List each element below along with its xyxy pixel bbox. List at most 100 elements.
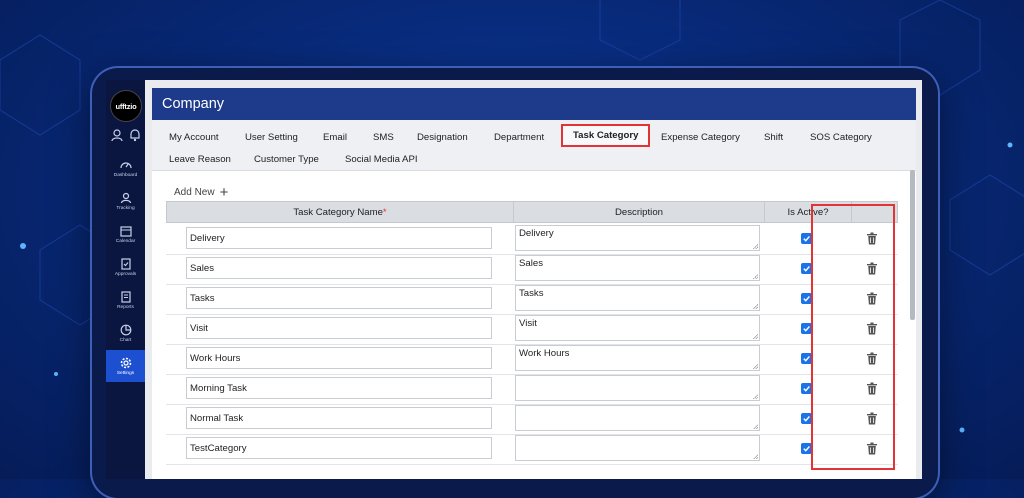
checkmark-icon [803,356,810,362]
is-active-checkbox[interactable] [801,413,812,424]
sidebar: ufftzio Dashboard Tracking Calendar Appr… [106,80,145,479]
is-active-checkbox[interactable] [801,383,812,394]
table-header: Task Category Name * Description Is Activ… [166,201,898,223]
description-textarea[interactable] [515,375,760,401]
resize-grip-icon[interactable] [753,394,758,399]
resize-grip-icon[interactable] [753,364,758,369]
is-active-checkbox[interactable] [801,293,812,304]
app-logo[interactable]: ufftzio [110,90,142,122]
sidebar-item-tracking[interactable]: Tracking [106,185,145,217]
trash-icon[interactable] [866,352,878,365]
sidebar-item-label: Reports [117,304,134,310]
checkmark-icon [803,236,810,242]
plus-icon: + [219,183,229,201]
trash-icon[interactable] [866,382,878,395]
tracking-icon [120,192,131,203]
approvals-icon [120,257,131,270]
checkmark-icon [803,326,810,332]
trash-icon[interactable] [866,412,878,425]
trash-icon[interactable] [866,292,878,305]
app-screen: ufftzio Dashboard Tracking Calendar Appr… [106,80,922,479]
description-textarea[interactable]: Delivery [515,225,760,251]
trash-icon[interactable] [866,232,878,245]
checkmark-icon [803,416,810,422]
description-textarea[interactable] [515,435,760,461]
sidebar-item-calendar[interactable]: Calendar [106,218,145,250]
tab-sos-category[interactable]: SOS Category [810,132,872,143]
is-active-checkbox[interactable] [801,263,812,274]
gauge-icon [119,161,132,168]
task-category-name-input[interactable]: Work Hours [186,347,492,369]
tab-department[interactable]: Department [494,132,544,143]
sidebar-item-label: Dashboard [113,172,138,178]
header-description: Description [615,206,663,218]
resize-grip-icon[interactable] [753,454,758,459]
is-active-checkbox[interactable] [801,353,812,364]
checkmark-icon [803,386,810,392]
tab-designation[interactable]: Designation [417,132,468,143]
sidebar-item-chart[interactable]: Chart [106,317,145,349]
resize-grip-icon[interactable] [753,274,758,279]
task-category-name-input[interactable]: TestCategory [186,437,492,459]
header-task-category-name: Task Category Name * [293,206,387,218]
header-is-active: Is Active? [787,206,829,218]
add-new-label: Add New [174,187,215,198]
task-category-name-input[interactable]: Delivery [186,227,492,249]
sidebar-item-reports[interactable]: Reports [106,284,145,316]
scrollbar[interactable] [910,170,915,320]
tab-expense-category[interactable]: Expense Category [661,132,740,143]
task-category-name-input[interactable]: Normal Task [186,407,492,429]
resize-grip-icon[interactable] [753,244,758,249]
sidebar-item-label: Calendar [115,238,136,244]
table-row: Sales Sales [166,254,898,285]
sidebar-item-label: Settings [116,370,135,376]
add-new-button[interactable]: Add New + [174,183,229,201]
resize-grip-icon[interactable] [753,424,758,429]
description-textarea[interactable]: Sales [515,255,760,281]
resize-grip-icon[interactable] [753,304,758,309]
checkmark-icon [803,296,810,302]
table-row: Tasks Tasks [166,284,898,315]
tab-social-media-api[interactable]: Social Media API [345,154,418,165]
trash-icon[interactable] [866,262,878,275]
is-active-checkbox[interactable] [801,443,812,454]
bell-icon[interactable] [128,128,142,142]
sidebar-item-label: Chart [119,337,132,343]
tab-email[interactable]: Email [323,132,347,143]
task-category-name-input[interactable]: Visit [186,317,492,339]
page-title: Company [152,88,916,120]
description-textarea[interactable]: Tasks [515,285,760,311]
tab-shift[interactable]: Shift [764,132,783,143]
task-category-name-input[interactable]: Sales [186,257,492,279]
description-textarea[interactable] [515,405,760,431]
sidebar-item-approvals[interactable]: Approvals [106,251,145,283]
tab-leave-reason[interactable]: Leave Reason [169,154,231,165]
checkmark-icon [803,266,810,272]
sidebar-item-dashboard[interactable]: Dashboard [106,152,145,184]
task-category-name-input[interactable]: Morning Task [186,377,492,399]
table-row: Visit Visit [166,314,898,345]
tab-my-account[interactable]: My Account [169,132,219,143]
task-category-name-input[interactable]: Tasks [186,287,492,309]
trash-icon[interactable] [866,442,878,455]
resize-grip-icon[interactable] [753,334,758,339]
table-row: Normal Task [166,404,898,435]
user-icon[interactable] [110,128,124,142]
trash-icon[interactable] [866,322,878,335]
description-textarea[interactable]: Visit [515,315,760,341]
pie-chart-icon [120,324,131,335]
table-row: TestCategory [166,434,898,465]
table-row: Work Hours Work Hours [166,344,898,375]
sidebar-item-settings[interactable]: Settings [106,350,145,382]
sidebar-item-label: Approvals [114,271,137,277]
table-row: Morning Task [166,374,898,405]
tab-sms[interactable]: SMS [373,132,394,143]
description-textarea[interactable]: Work Hours [515,345,760,371]
tab-task-category[interactable]: Task Category [561,124,651,147]
tab-user-setting[interactable]: User Setting [245,132,298,143]
checkmark-icon [803,446,810,452]
is-active-checkbox[interactable] [801,233,812,244]
calendar-icon [119,225,132,237]
is-active-checkbox[interactable] [801,323,812,334]
tab-customer-type[interactable]: Customer Type [254,154,319,165]
